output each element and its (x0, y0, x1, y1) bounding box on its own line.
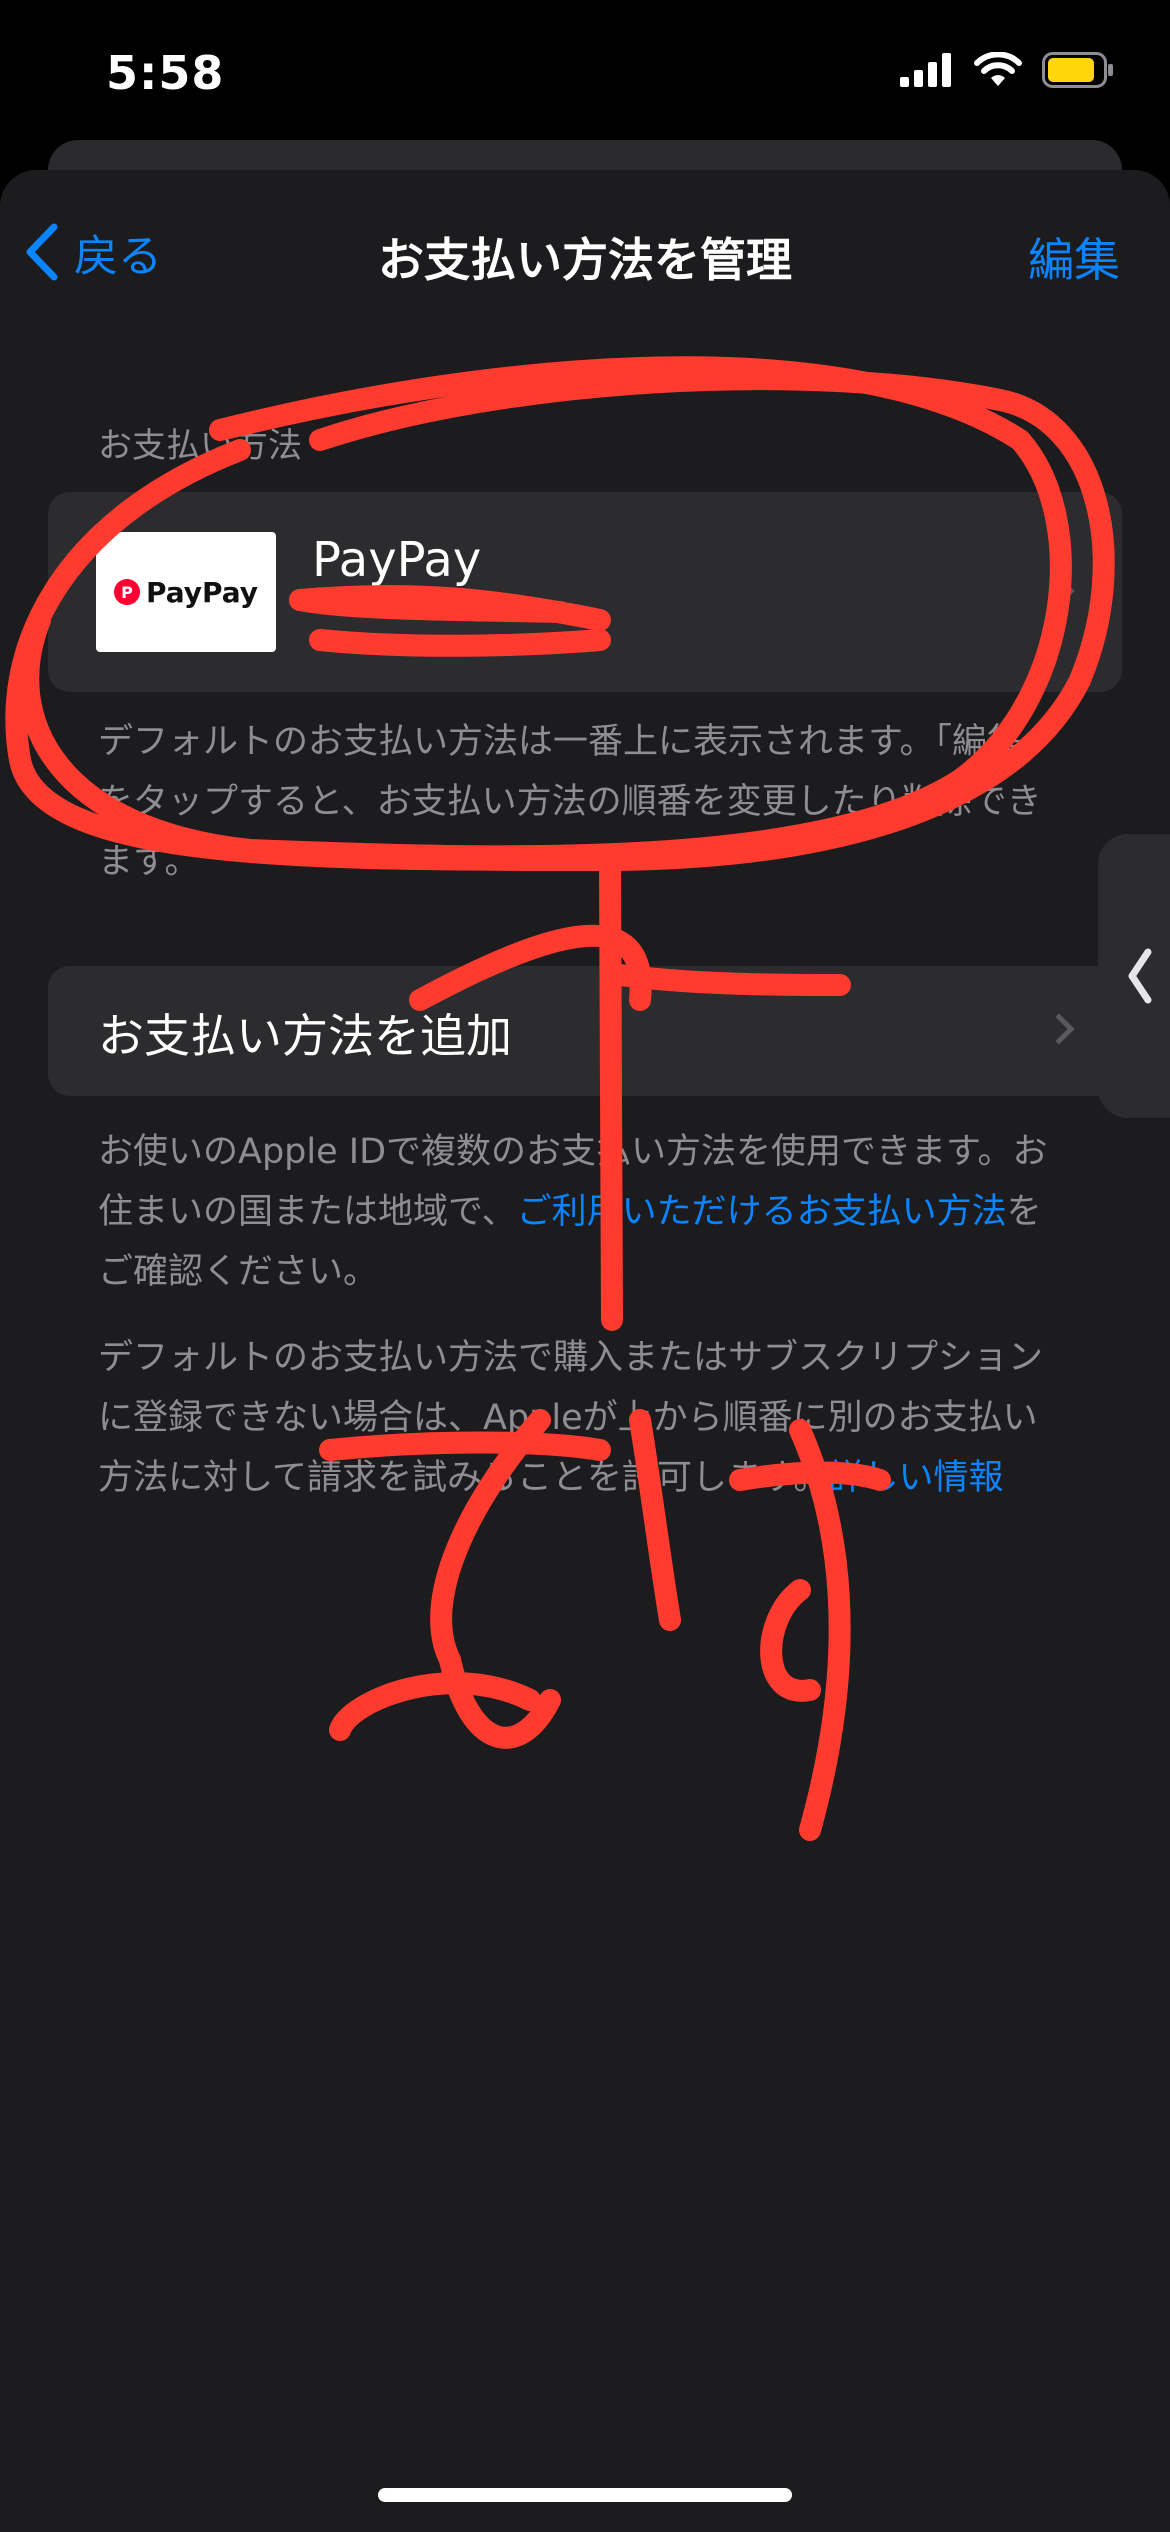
home-indicator (378, 2488, 792, 2502)
payment-footnote: デフォルトのお支払い方法は一番上に表示されます。「編集」をタップすると、お支払い… (98, 722, 1058, 882)
paypay-logo-text: PayPay (145, 575, 259, 609)
payment-methods-sheet: 戻る お支払い方法を管理 編集 お支払い方法 P PayPay PayPay デ… (0, 170, 1170, 2532)
paypay-logo: P PayPay (96, 532, 276, 652)
paypay-mark-icon: P (113, 579, 140, 605)
status-time: 5:58 (106, 46, 225, 100)
navigation-bar: 戻る お支払い方法を管理 編集 (0, 170, 1170, 340)
wifi-icon (974, 52, 1022, 86)
status-bar: 5:58 (0, 0, 1170, 150)
billing-info-footnote: デフォルトのお支払い方法で購入またはサブスクリプションに登録できない場合は、Ap… (98, 1328, 1058, 1508)
learn-more-link[interactable]: 詳しい情報 (828, 1458, 1003, 1498)
side-drawer-handle[interactable] (1098, 834, 1170, 1118)
page-title: お支払い方法を管理 (378, 233, 792, 287)
battery-icon (1042, 52, 1113, 88)
chevron-left-icon (1128, 948, 1152, 1004)
payment-method-row[interactable]: P PayPay PayPay (48, 492, 1122, 692)
add-payment-method-button[interactable]: お支払い方法を追加 (48, 966, 1122, 1096)
available-payment-methods-link[interactable]: ご利用いただけるお支払い方法 (517, 1192, 1007, 1232)
section-header: お支払い方法 (98, 426, 302, 466)
add-payment-label: お支払い方法を追加 (98, 1009, 512, 1063)
edit-button[interactable]: 編集 (1028, 224, 1120, 290)
add-payment-footnote: お使いのApple IDで複数のお支払い方法を使用できます。お住まいの国または地… (98, 1122, 1058, 1302)
chevron-right-icon (1043, 1013, 1075, 1045)
status-icons (900, 52, 1114, 88)
payment-method-name: PayPay (312, 532, 482, 588)
chevron-right-icon (1043, 575, 1075, 607)
cellular-signal-icon (900, 53, 951, 87)
